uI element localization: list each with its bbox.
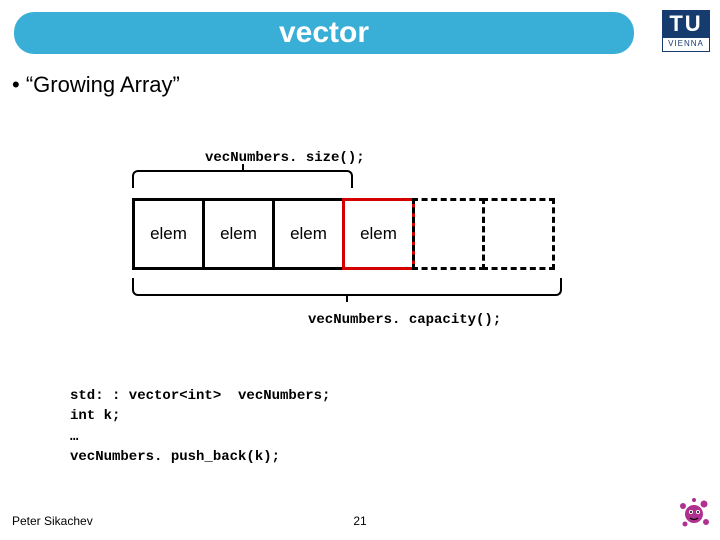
footer-author: Peter Sikachev	[12, 514, 93, 528]
code-line-4: vecNumbers. push_back(k);	[70, 449, 280, 465]
code-line-1: std: : vector<int> vecNumbers;	[70, 388, 330, 404]
cell-2: elem	[272, 198, 345, 270]
tu-vienna-logo: TU VIENNA	[662, 10, 710, 58]
vector-diagram: elem elem elem elem	[132, 170, 572, 300]
code-line-3: …	[70, 429, 78, 445]
splat-icon	[676, 496, 712, 532]
bullet-heading: • “Growing Array”	[12, 72, 180, 98]
cell-3: elem	[342, 198, 415, 270]
code-block: std: : vector<int> vecNumbers; int k; … …	[70, 386, 330, 467]
brace-bottom	[132, 278, 562, 296]
cell-1: elem	[202, 198, 275, 270]
cell-5	[482, 198, 555, 270]
cells: elem elem elem elem	[132, 198, 555, 270]
cell-4	[412, 198, 485, 270]
slide-title: vector	[279, 16, 369, 50]
footer-page: 21	[353, 514, 366, 528]
brace-top	[132, 170, 353, 188]
title-bar: vector	[14, 12, 634, 54]
logo-top: TU	[662, 10, 710, 38]
size-label: vecNumbers. size();	[205, 150, 365, 166]
cell-0: elem	[132, 198, 205, 270]
logo-bottom: VIENNA	[662, 38, 710, 52]
capacity-label: vecNumbers. capacity();	[308, 312, 501, 328]
code-line-2: int k;	[70, 408, 120, 424]
